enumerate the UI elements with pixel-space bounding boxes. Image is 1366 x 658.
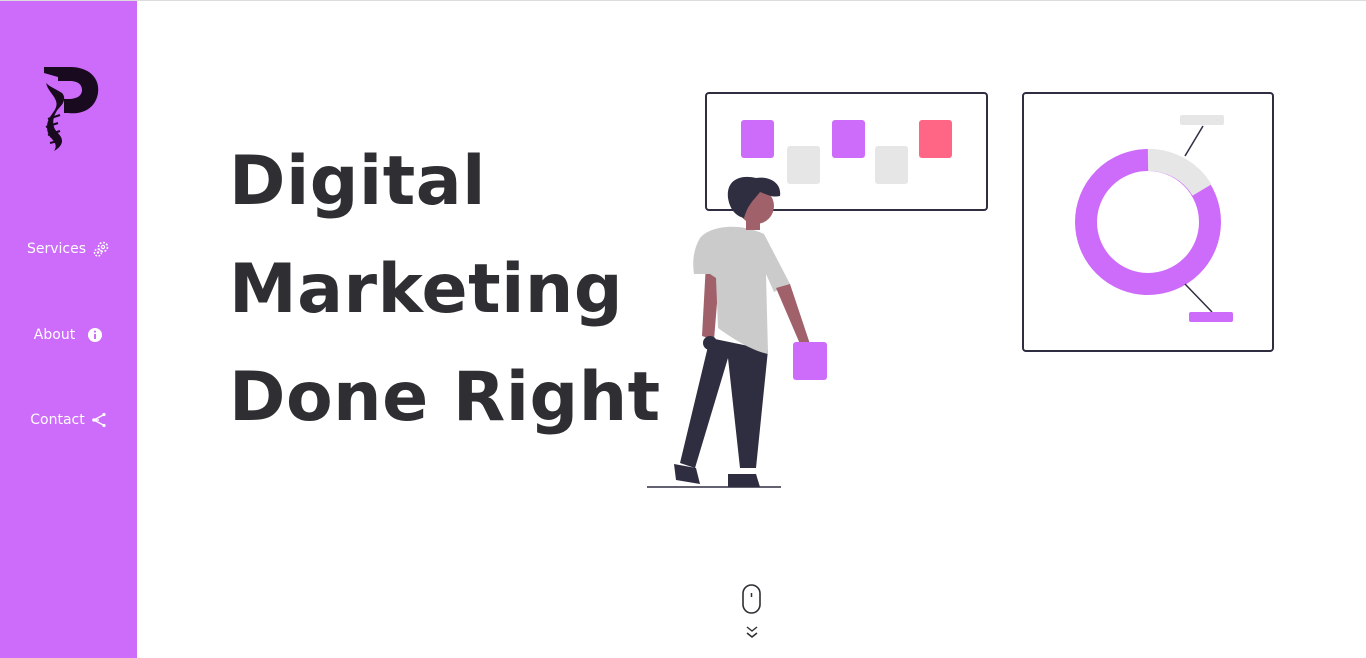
sidebar-item-services[interactable]: Services [0, 235, 137, 263]
person-figure [647, 176, 827, 488]
sidebar-item-label: About [33, 327, 76, 343]
donut-chart-board [1022, 92, 1274, 352]
sidebar-item-about[interactable]: About [0, 321, 137, 349]
hero-line: Done Right [229, 358, 661, 437]
logo[interactable] [40, 63, 102, 153]
sidebar-item-contact[interactable]: Contact [0, 406, 137, 434]
scroll-hint[interactable] [738, 584, 766, 648]
double-chevron-down-icon [746, 626, 758, 639]
hero-line: Marketing [229, 250, 624, 329]
sidebar-item-label: Services [26, 241, 87, 257]
info-icon [88, 328, 103, 342]
sidebar-item-label: Contact [30, 412, 85, 428]
hero-headline: Digital Marketing Done Right [229, 128, 661, 452]
hero-line: Digital [229, 142, 486, 221]
hero-illustration [647, 92, 1274, 488]
top-border [0, 0, 1366, 1]
sidebar: Services About Contact [0, 1, 137, 658]
share-icon [91, 412, 106, 428]
gears-icon [93, 241, 109, 257]
mouse-icon [742, 584, 761, 614]
